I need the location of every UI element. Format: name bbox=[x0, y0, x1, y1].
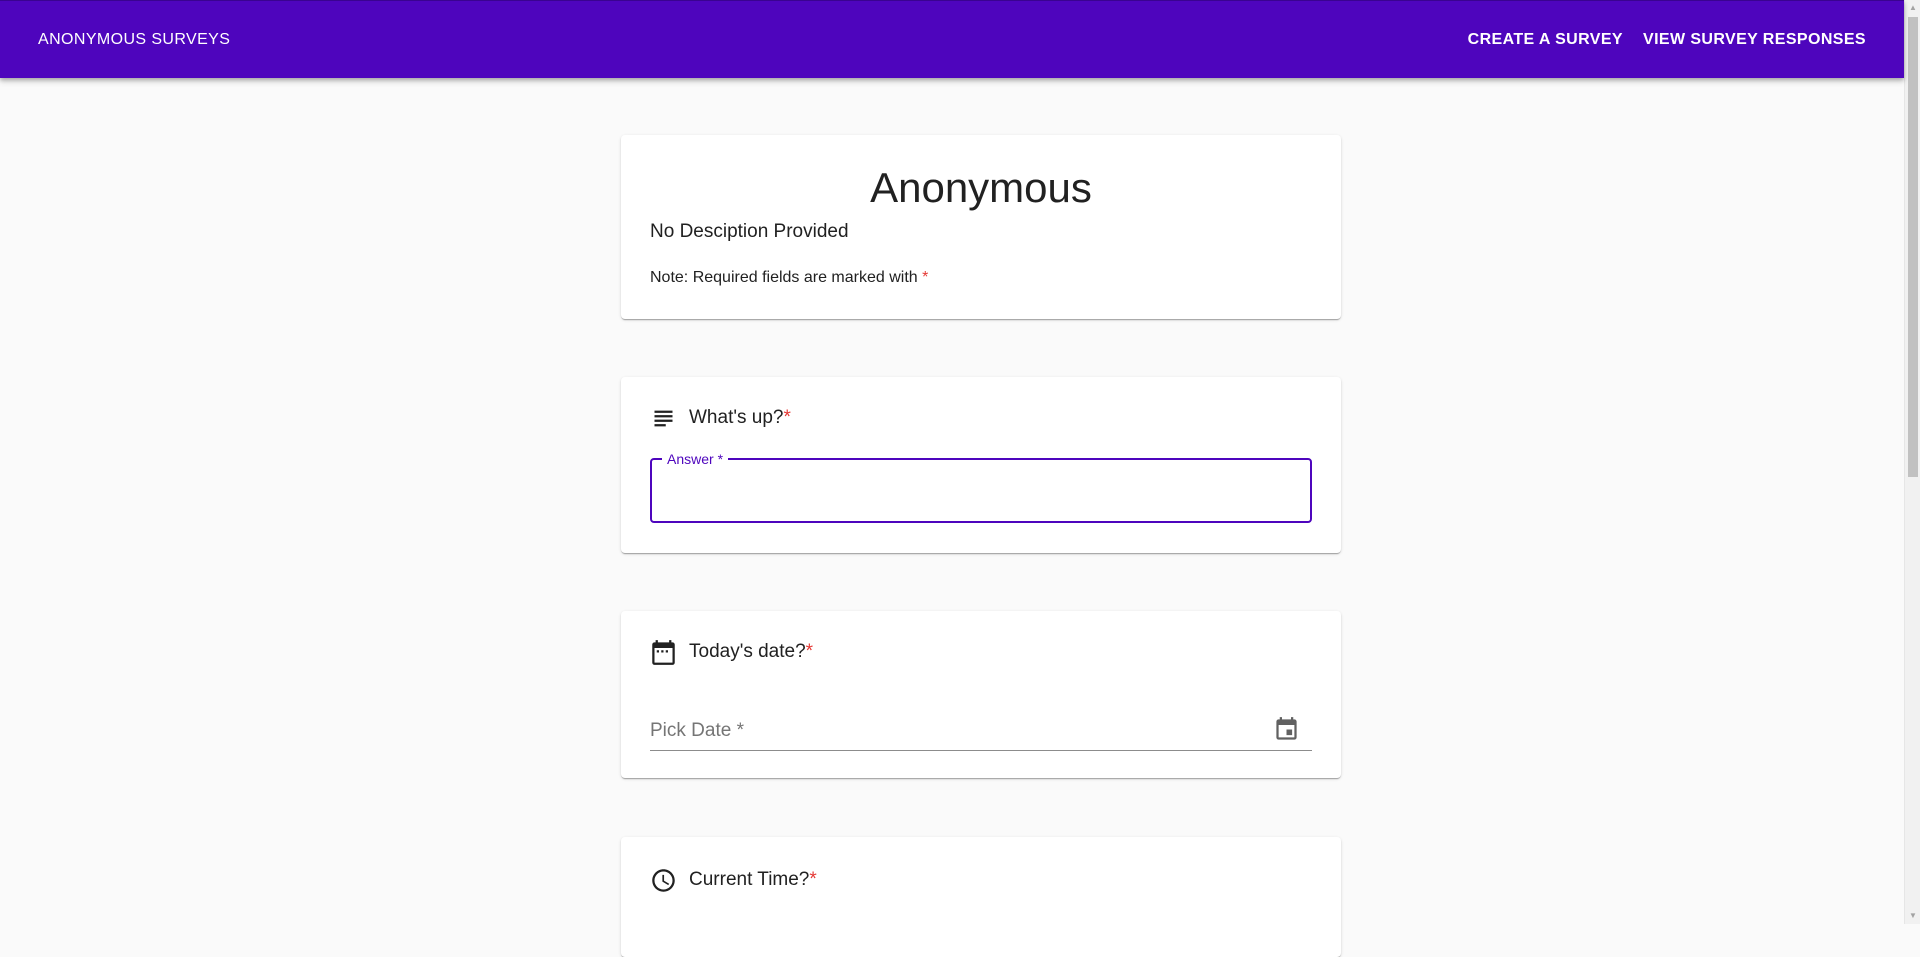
app-brand[interactable]: ANONYMOUS SURVEYS bbox=[38, 31, 230, 49]
required-marker: * bbox=[783, 407, 791, 428]
question-card-whats-up: What's up?* Answer * bbox=[621, 377, 1341, 553]
question-header: What's up?* bbox=[621, 403, 1341, 433]
question-title-text: Current Time? bbox=[689, 869, 810, 890]
scrollbar-thumb[interactable] bbox=[1908, 17, 1918, 477]
date-placeholder: Pick Date * bbox=[650, 720, 744, 741]
survey-title: Anonymous bbox=[870, 164, 1092, 211]
question-header: Today's date?* bbox=[621, 637, 1341, 667]
question-title: What's up?* bbox=[689, 407, 791, 429]
required-note: Note: Required fields are marked with * bbox=[650, 268, 1312, 288]
clock-icon bbox=[652, 868, 675, 892]
create-survey-link[interactable]: CREATE A SURVEY bbox=[1468, 25, 1623, 55]
question-header: Current Time?* bbox=[621, 865, 1341, 895]
top-nav: CREATE A SURVEY VIEW SURVEY RESPONSES bbox=[1468, 25, 1866, 55]
vertical-scrollbar[interactable]: ▲ ▼ bbox=[1904, 0, 1920, 924]
scroll-up-arrow-icon[interactable]: ▲ bbox=[1905, 0, 1920, 16]
question-title: Current Time?* bbox=[689, 869, 817, 891]
required-note-text: Note: Required fields are marked with bbox=[650, 269, 918, 286]
question-card-current-time: Current Time?* bbox=[621, 837, 1341, 957]
question-title-text: What's up? bbox=[689, 407, 784, 428]
short-text-icon bbox=[654, 410, 673, 426]
required-marker: * bbox=[809, 869, 817, 890]
question-title: Today's date?* bbox=[689, 641, 813, 663]
answer-input-label: Answer * bbox=[662, 450, 729, 468]
survey-header-card: Anonymous No Desciption Provided Note: R… bbox=[621, 135, 1341, 319]
calendar-icon bbox=[652, 639, 675, 665]
scroll-down-arrow-icon[interactable]: ▼ bbox=[1905, 908, 1920, 924]
required-marker: * bbox=[922, 269, 929, 286]
view-survey-responses-link[interactable]: VIEW SURVEY RESPONSES bbox=[1643, 25, 1866, 55]
question-card-todays-date: Today's date?* Pick Date * bbox=[621, 611, 1341, 778]
question-title-text: Today's date? bbox=[689, 641, 806, 662]
survey-description: No Desciption Provided bbox=[650, 221, 849, 242]
app-bar: ANONYMOUS SURVEYS CREATE A SURVEY VIEW S… bbox=[0, 0, 1904, 78]
event-icon[interactable] bbox=[1273, 716, 1300, 743]
required-marker: * bbox=[805, 641, 814, 662]
date-picker-field[interactable]: Pick Date * bbox=[650, 711, 1312, 751]
answer-input[interactable]: Answer * bbox=[650, 450, 1312, 523]
